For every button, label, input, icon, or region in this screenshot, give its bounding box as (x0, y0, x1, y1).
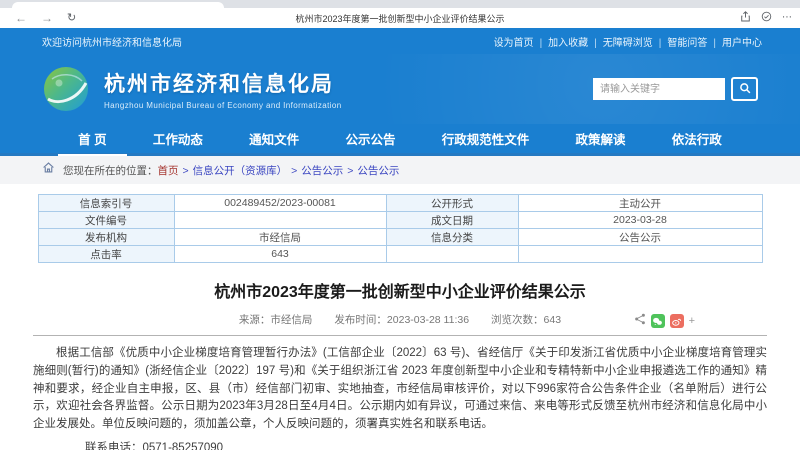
tab-strip (0, 0, 800, 8)
welcome-text: 欢迎访问杭州市经济和信息化局 (42, 37, 182, 49)
share-buttons: + (634, 312, 695, 330)
link-add-favorite[interactable]: 加入收藏 (548, 34, 603, 49)
article-views: 浏览次数：643 (491, 314, 562, 326)
breadcrumb-prefix: 您现在所在的位置： (63, 164, 158, 177)
wechat-share-icon[interactable] (650, 314, 665, 328)
info-label: 发布机构 (37, 228, 175, 246)
weibo-share-icon[interactable] (669, 314, 684, 328)
info-label: 成文日期 (385, 211, 519, 229)
info-value (385, 245, 519, 263)
contact-phone: 联系电话：0571-85257090 (85, 442, 224, 450)
info-value (517, 245, 763, 263)
breadcrumb-info-disclosure[interactable]: 信息公开（资源库） (193, 163, 302, 178)
info-value (173, 211, 387, 229)
share-nodes-icon[interactable] (634, 312, 646, 330)
breadcrumb-current[interactable]: 公告公示 (357, 163, 399, 178)
link-accessibility[interactable]: 无障碍浏览 (603, 34, 668, 49)
info-value: 市经信局 (173, 228, 387, 246)
site-search (593, 77, 758, 101)
share-more-icon[interactable]: + (689, 315, 695, 327)
shield-icon[interactable] (761, 11, 772, 25)
table-row: 信息索引号 002489452/2023-00081 公开形式 主动公开 (37, 194, 763, 212)
browser-toolbar: ← → ↻ 杭州市2023年度第一批创新型中小企业评价结果公示 ⋯ (0, 8, 800, 28)
back-icon[interactable]: ← (8, 12, 34, 24)
nav-item-administration-by-law[interactable]: 依法行政 (670, 123, 724, 154)
breadcrumb: 您现在所在的位置： 首页 信息公开（资源库） 公告公示 公告公示 (0, 156, 800, 184)
table-row: 点击率 643 (37, 245, 763, 263)
info-label: 信息分类 (385, 228, 519, 246)
article-paragraph: 根据工信部《优质中小企业梯度培育管理暂行办法》(工信部企业〔2022〕63 号)… (33, 347, 767, 431)
site-masthead: 杭州市经济和信息化局 Hangzhou Municipal Bureau of … (0, 54, 800, 124)
info-value: 公告公示 (517, 228, 763, 246)
info-value: 主动公开 (517, 194, 763, 212)
refresh-icon[interactable]: ↻ (60, 12, 83, 24)
info-label: 文件编号 (37, 211, 175, 229)
share-icon[interactable] (740, 11, 751, 25)
info-label: 公开形式 (385, 194, 519, 212)
nav-item-regulatory-docs[interactable]: 行政规范性文件 (440, 123, 532, 154)
forward-icon[interactable]: → (34, 12, 60, 24)
document-info-table: 信息索引号 002489452/2023-00081 公开形式 主动公开 文件编… (37, 194, 763, 263)
info-label: 点击率 (37, 245, 175, 263)
article-content: 信息索引号 002489452/2023-00081 公开形式 主动公开 文件编… (0, 184, 800, 450)
search-input[interactable] (593, 78, 725, 100)
breadcrumb-home[interactable]: 首页 (158, 163, 193, 178)
more-icon[interactable]: ⋯ (782, 13, 792, 23)
article-publish-time: 发布时间：2023-03-28 11:36 (334, 314, 470, 326)
nav-item-policy-interpretation[interactable]: 政策解读 (574, 123, 628, 154)
info-value: 002489452/2023-00081 (173, 194, 387, 212)
browser-chrome: ← → ↻ 杭州市2023年度第一批创新型中小企业评价结果公示 ⋯ (0, 0, 800, 28)
link-user-center[interactable]: 用户中心 (722, 34, 762, 49)
link-smart-qa[interactable]: 智能问答 (667, 34, 722, 49)
article-meta: 来源：市经信局 发布时间：2023-03-28 11:36 浏览次数：643 + (33, 312, 767, 328)
contact-info: 联系电话：0571-85257090 电子邮箱：2410483534@qq.co… (33, 438, 767, 450)
info-label: 信息索引号 (37, 194, 175, 212)
title-divider (33, 335, 767, 336)
search-icon (739, 82, 751, 97)
nav-item-work-news[interactable]: 工作动态 (151, 123, 205, 154)
page-title: 杭州市2023年度第一批创新型中小企业评价结果公示 (214, 284, 586, 301)
table-row: 文件编号 成文日期 2023-03-28 (37, 211, 763, 229)
home-icon (42, 161, 55, 179)
table-row: 发布机构 市经信局 信息分类 公告公示 (37, 228, 763, 246)
browser-page-title: 杭州市2023年度第一批创新型中小企业评价结果公示 (295, 13, 505, 24)
utility-links: 设为首页 加入收藏 无障碍浏览 智能问答 用户中心 (494, 34, 762, 49)
site-logo-icon (42, 65, 90, 113)
site-name: 杭州市经济和信息化局 (104, 73, 334, 96)
nav-item-notices[interactable]: 通知文件 (247, 123, 301, 154)
breadcrumb-announcements[interactable]: 公告公示 (301, 163, 357, 178)
main-nav: 首 页 工作动态 通知文件 公示公告 行政规范性文件 政策解读 依法行政 (0, 124, 800, 156)
nav-item-announcements[interactable]: 公示公告 (343, 123, 397, 154)
info-value: 2023-03-28 (517, 211, 763, 229)
article-source: 来源：市经信局 (238, 314, 313, 326)
nav-item-home[interactable]: 首 页 (57, 123, 128, 156)
search-button[interactable] (731, 77, 758, 101)
link-set-homepage[interactable]: 设为首页 (494, 34, 549, 49)
site-name-en: Hangzhou Municipal Bureau of Economy and… (104, 101, 342, 110)
info-value: 643 (173, 245, 387, 263)
utility-bar: 欢迎访问杭州市经济和信息化局 设为首页 加入收藏 无障碍浏览 智能问答 用户中心 (0, 28, 800, 54)
